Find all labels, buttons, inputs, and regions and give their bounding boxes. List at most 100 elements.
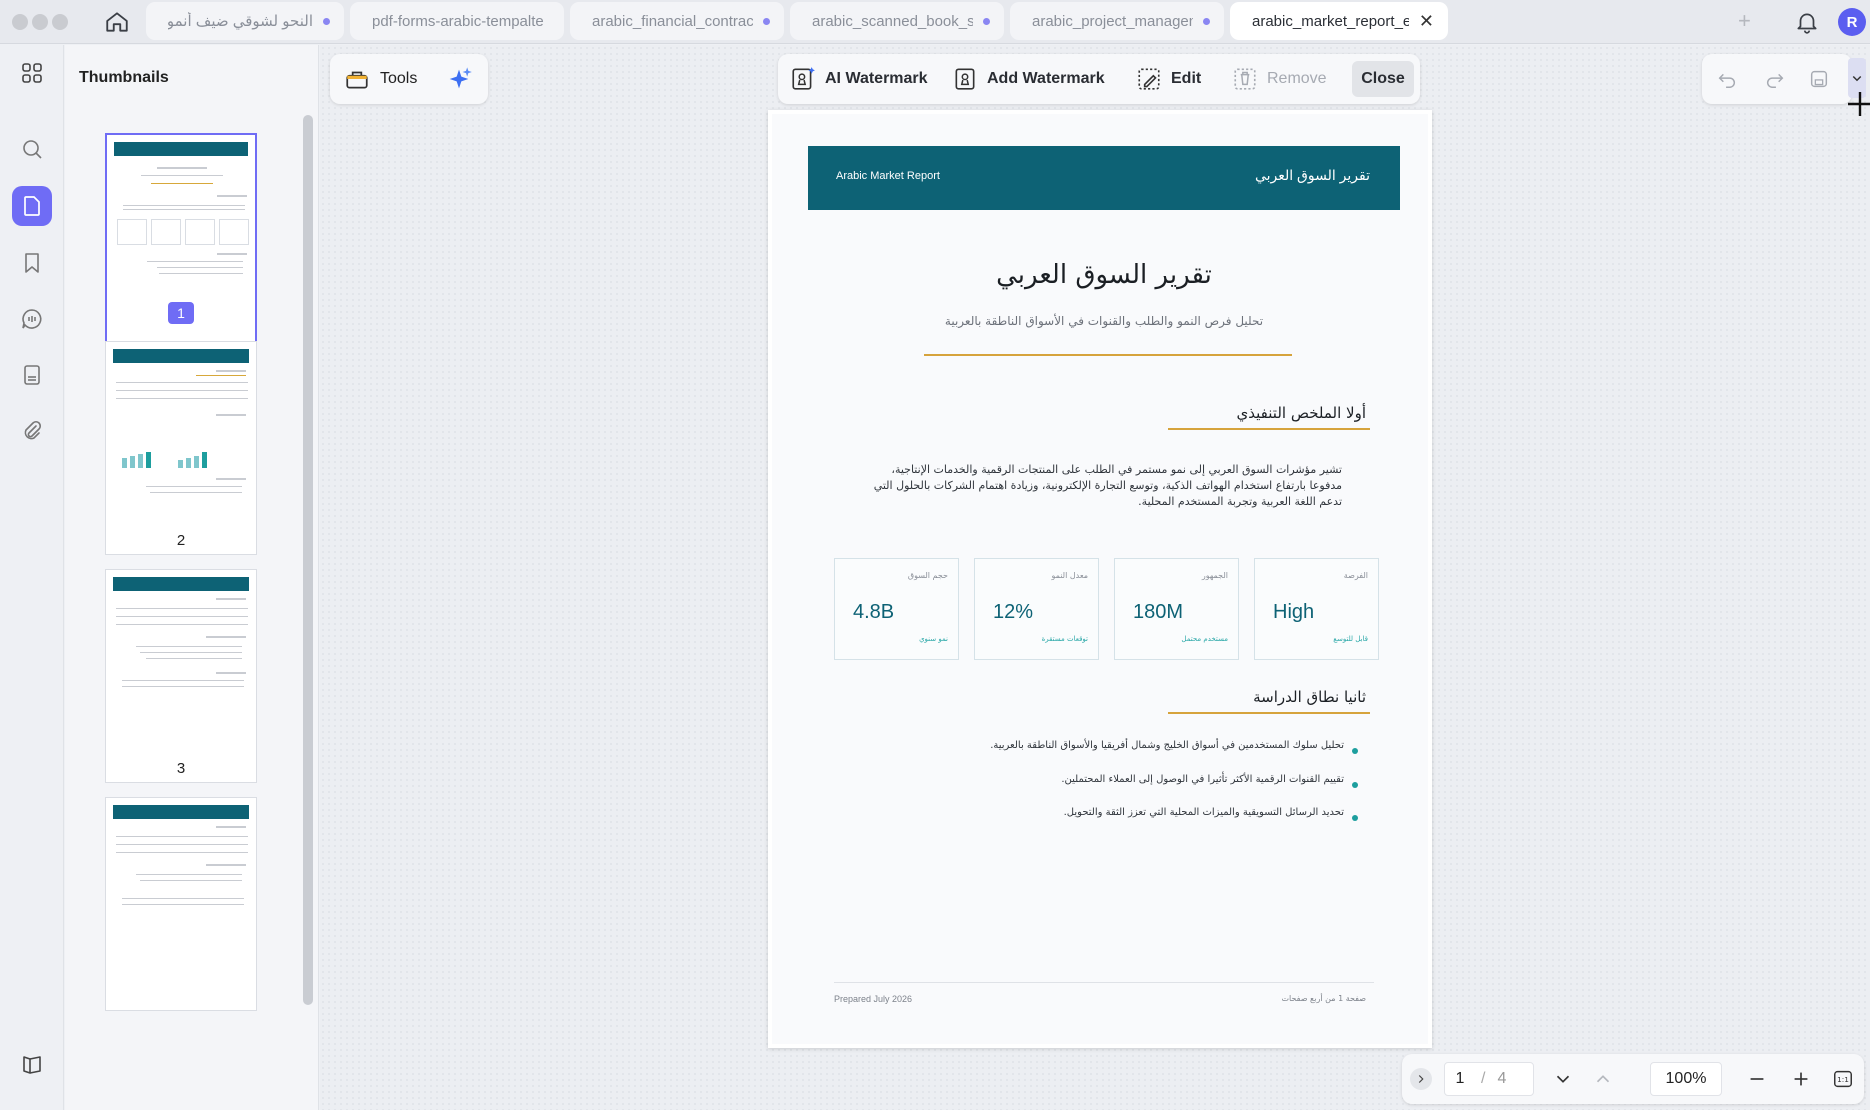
thumbnails-title: Thumbnails [79, 69, 169, 86]
page-separator: / [1481, 1070, 1486, 1087]
stamp-button[interactable] [12, 355, 52, 395]
current-page-value[interactable]: 1 [1445, 1070, 1475, 1088]
unsaved-dot-icon [983, 17, 990, 25]
document-header-band: Arabic Market Report تقرير السوق العربي [808, 146, 1400, 210]
remove-watermark-button[interactable]: Remove [1232, 62, 1327, 96]
expand-nav-button[interactable] [1410, 1068, 1432, 1090]
stat-note: قابل للتوسع [1333, 635, 1368, 643]
stat-note: نمو سنوي [919, 635, 948, 643]
footer-divider [834, 982, 1374, 983]
section-underline [1168, 428, 1370, 430]
window-zoom-control[interactable] [52, 14, 68, 30]
header-english-title: Arabic Market Report [836, 170, 940, 182]
edit-watermark-button[interactable]: Edit [1136, 62, 1201, 96]
tools-button[interactable]: Tools [380, 70, 417, 88]
tab-document-1[interactable]: النحو لشوقي ضيف أنموذجا-1 [146, 2, 344, 40]
tab-document-active[interactable]: arabic_market_report_edit ✕ [1230, 2, 1448, 40]
add-watermark-button[interactable]: Add Watermark [952, 62, 1105, 96]
section-heading: أولا الملخص التنفيذي [1236, 404, 1366, 422]
header-arabic-title: تقرير السوق العربي [1254, 167, 1370, 183]
tab-document-2[interactable]: pdf-forms-arabic-tempalte [350, 2, 564, 40]
ai-watermark-button[interactable]: AI Watermark [790, 62, 928, 96]
tab-label: arabic_scanned_book_sp [812, 12, 973, 30]
tab-document-3[interactable]: arabic_financial_contract [570, 2, 784, 40]
add-watermark-icon [955, 68, 975, 90]
tab-close-icon[interactable]: ✕ [1419, 11, 1434, 32]
ai-sparkle-icon[interactable] [445, 65, 473, 93]
thumbnails-panel: Thumbnails 1 2 3 [65, 45, 319, 1110]
stat-card: الفرصة High قابل للتوسع [1254, 558, 1379, 660]
stat-card: معدل النمو 12% توقعات مستقرة [974, 558, 1099, 660]
undo-icon[interactable] [1716, 68, 1738, 90]
pdf-page[interactable]: Arabic Market Report تقرير السوق العربي … [768, 110, 1432, 1048]
page-number-field[interactable]: 1 / 4 [1444, 1062, 1534, 1096]
list-item: تحليل سلوك المستخدمين في أسواق الخليج وش… [990, 740, 1344, 751]
comments-button[interactable] [12, 299, 52, 339]
tab-document-4[interactable]: arabic_scanned_book_sp [790, 2, 1004, 40]
comment-icon [22, 309, 42, 329]
remove-watermark-label: Remove [1267, 70, 1327, 87]
document-title: تقرير السوق العربي [996, 260, 1212, 290]
close-watermark-button[interactable]: Close [1352, 61, 1414, 97]
stat-label: الجمهور [1201, 571, 1228, 580]
tab-label: arabic_project_management [1032, 12, 1193, 30]
window-minimize-control[interactable] [32, 14, 48, 30]
thumbnail-page-2[interactable] [105, 341, 257, 555]
ai-watermark-label: AI Watermark [825, 70, 928, 87]
toolbox-icon[interactable] [344, 66, 370, 92]
stat-card: الجمهور 180M مستخدم محتمل [1114, 558, 1239, 660]
grid-view-button[interactable] [12, 53, 52, 93]
stat-note: مستخدم محتمل [1181, 635, 1228, 643]
stat-value: High [1273, 601, 1315, 623]
next-page-icon[interactable] [1552, 1068, 1574, 1090]
zoom-in-icon[interactable] [1790, 1068, 1812, 1090]
thumbnail-page-number: 3 [176, 760, 186, 777]
bookmarks-button[interactable] [12, 243, 52, 283]
document-subtitle: تحليل فرص النمو والطلب والقنوات في الأسو… [944, 314, 1264, 328]
stat-value: 180M [1133, 601, 1184, 623]
summary-paragraph: تشير مؤشرات السوق العربي إلى نمو مستمر ف… [873, 463, 1342, 508]
ai-watermark-icon [792, 67, 815, 90]
search-icon [23, 140, 42, 159]
redo-icon[interactable] [1764, 68, 1786, 90]
pdf-page-content: Arabic Market Report تقرير السوق العربي … [772, 114, 1428, 1044]
home-icon[interactable] [104, 9, 130, 35]
unsaved-dot-icon [1203, 17, 1210, 25]
attachments-button[interactable] [12, 411, 52, 451]
history-toolbar [1702, 54, 1852, 104]
window-close-control[interactable] [12, 14, 28, 30]
tab-label: arabic_financial_contract [592, 12, 753, 30]
thumbnails-button[interactable] [12, 186, 52, 226]
chevron-right-icon [1418, 1075, 1424, 1083]
page-icon [24, 196, 40, 216]
tab-label: pdf-forms-arabic-tempalte [372, 12, 544, 30]
previous-page-icon[interactable] [1592, 1068, 1614, 1090]
tab-document-5[interactable]: arabic_project_management [1010, 2, 1224, 40]
tab-label: النحو لشوقي ضيف أنموذجا-1 [168, 13, 313, 30]
user-avatar[interactable]: R [1838, 8, 1866, 36]
book-icon [23, 1056, 41, 1074]
thumbnail-page-4[interactable] [105, 797, 257, 1011]
watermark-toolbar: AI Watermark Add Watermark Edit Remove C… [778, 54, 1420, 104]
reader-mode-button[interactable] [12, 1045, 52, 1085]
paperclip-icon [24, 420, 42, 440]
notification-bell-icon[interactable] [1794, 9, 1820, 35]
remove-watermark-icon [1234, 68, 1256, 90]
zoom-out-icon[interactable] [1746, 1068, 1768, 1090]
stat-label: معدل النمو [1051, 571, 1088, 580]
edit-watermark-label: Edit [1171, 70, 1202, 87]
zoom-level-field[interactable]: 100% [1650, 1062, 1722, 1096]
edit-watermark-icon [1138, 68, 1160, 90]
list-item: تقييم القنوات الرقمية الأكثر تأثيرا في ا… [1061, 774, 1344, 785]
thumbnail-page-3[interactable] [105, 569, 257, 783]
unsaved-dot-icon [323, 17, 330, 25]
save-icon[interactable] [1808, 68, 1830, 90]
search-button[interactable] [12, 129, 52, 169]
section-heading: ثانيا نطاق الدراسة [1253, 688, 1366, 706]
bullet-dot-icon [1352, 748, 1358, 754]
thumbnails-scrollbar[interactable] [303, 115, 313, 1005]
left-icon-rail [0, 45, 64, 1110]
stamp-icon [24, 365, 40, 385]
actual-size-icon[interactable]: 1:1 [1832, 1068, 1854, 1090]
new-tab-icon[interactable]: + [1738, 8, 1751, 34]
